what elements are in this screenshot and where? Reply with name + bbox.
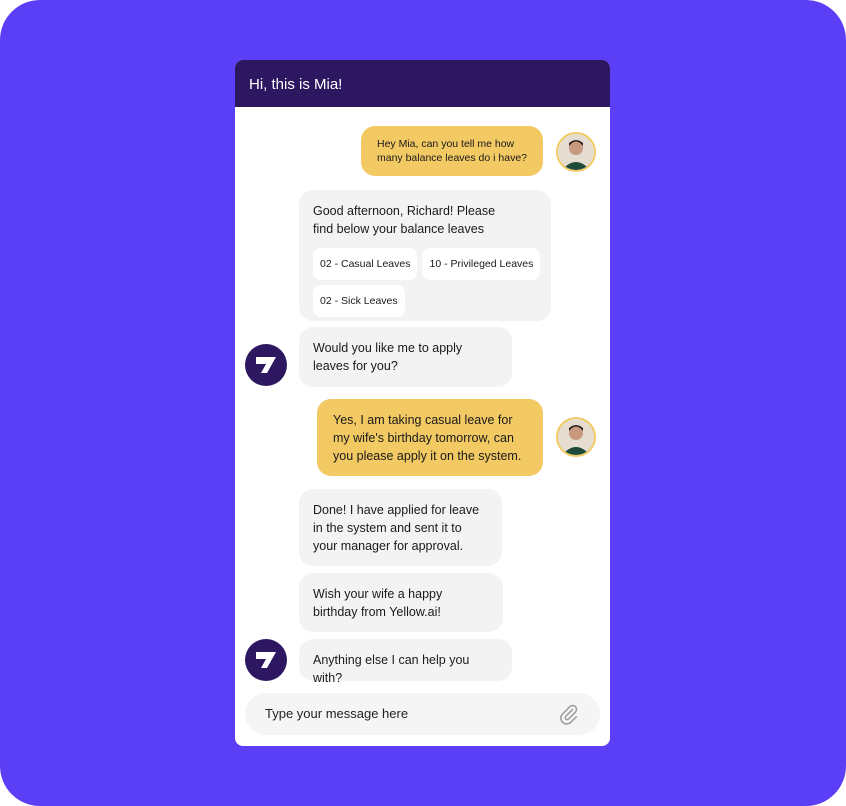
bot-message: Wish your wife a happy birthday from Yel…: [299, 573, 503, 632]
chip-casual-leaves[interactable]: 02 - Casual Leaves: [313, 248, 418, 280]
bot-message-text: Good afternoon, Richard! Please find bel…: [313, 204, 496, 236]
user-avatar: [556, 417, 596, 457]
chat-header: Hi, this is Mia!: [235, 60, 610, 107]
chat-title: Hi, this is Mia!: [249, 76, 343, 93]
chat-window: Hi, this is Mia! Hey Mia, can you tell m…: [235, 60, 610, 746]
yellow-ai-logo-icon: [256, 652, 276, 668]
bot-message: Good afternoon, Richard! Please find bel…: [299, 190, 551, 321]
bot-avatar: [245, 639, 287, 681]
message-input[interactable]: Type your message here: [245, 693, 600, 735]
leave-balance-chips: 02 - Casual Leaves 10 - Privileged Leave…: [313, 248, 541, 317]
chip-privileged-leaves[interactable]: 10 - Privileged Leaves: [422, 248, 541, 280]
chip-sick-leaves[interactable]: 02 - Sick Leaves: [313, 285, 405, 317]
yellow-ai-logo-icon: [256, 357, 276, 373]
bot-message: Would you like me to apply leaves for yo…: [299, 327, 512, 387]
paperclip-icon[interactable]: [558, 703, 580, 725]
bot-avatar: [245, 344, 287, 386]
user-avatar: [556, 132, 596, 172]
user-message: Yes, I am taking casual leave for my wif…: [317, 399, 543, 476]
bot-message: Anything else I can help you with?: [299, 639, 512, 685]
bot-message: Done! I have applied for leave in the sy…: [299, 489, 502, 566]
user-message: Hey Mia, can you tell me how many balanc…: [361, 126, 543, 176]
message-input-placeholder: Type your message here: [265, 706, 409, 721]
